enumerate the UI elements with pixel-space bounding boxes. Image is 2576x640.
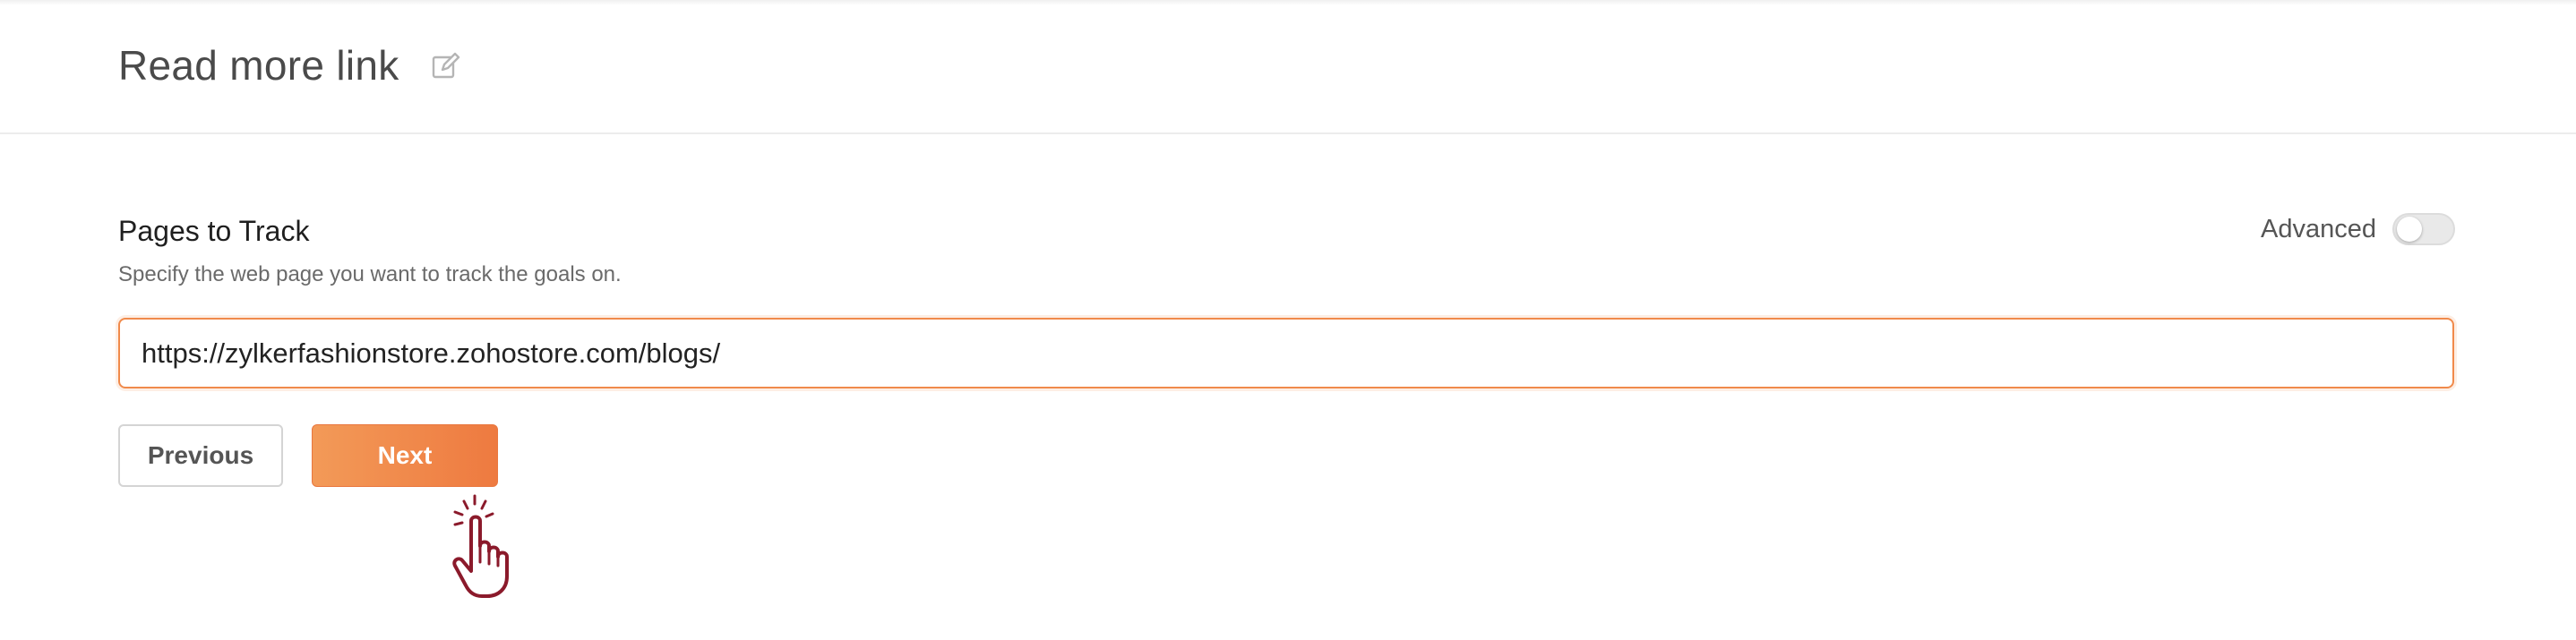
header: Read more link [0, 0, 2576, 134]
pages-to-track-label: Pages to Track [118, 215, 310, 247]
previous-button[interactable]: Previous [118, 424, 283, 487]
advanced-toggle[interactable] [2392, 213, 2455, 245]
pages-to-track-description: Specify the web page you want to track t… [118, 262, 622, 286]
edit-pencil-icon[interactable] [430, 50, 462, 82]
next-button[interactable]: Next [312, 424, 498, 487]
page-url-input[interactable] [118, 318, 2454, 388]
hand-pointer-cursor-icon [444, 494, 543, 602]
advanced-label: Advanced [2261, 214, 2376, 243]
goal-setup-page: Read more link Pages to Track Specify th… [0, 0, 2576, 640]
advanced-toggle-group: Advanced [2261, 213, 2455, 245]
page-title: Read more link [118, 42, 399, 89]
toggle-knob [2397, 217, 2422, 242]
